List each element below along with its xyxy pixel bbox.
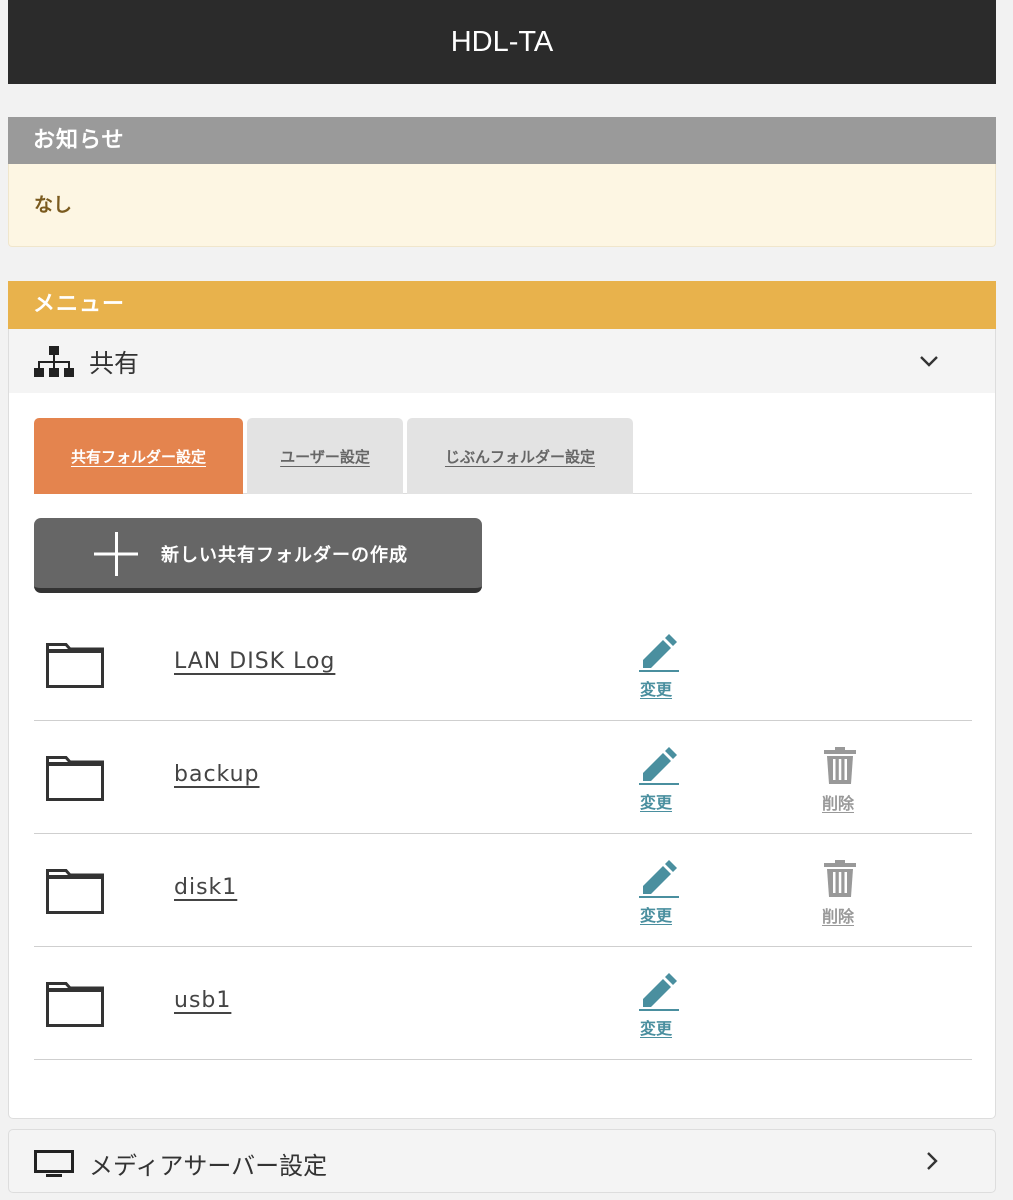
edit-button[interactable]: 変更 [637, 860, 681, 925]
share-section-title: 共有 [89, 349, 140, 378]
pencil-icon [639, 973, 679, 1011]
tab-personal-folder-settings[interactable]: じぶんフォルダー設定 [407, 418, 633, 494]
folder-row: LAN DISK Log 変更 [34, 608, 972, 721]
edit-label: 変更 [640, 793, 673, 812]
folder-name-link[interactable]: disk1 [174, 875, 237, 900]
delete-label: 削除 [822, 907, 855, 926]
folder-name-link[interactable]: backup [174, 762, 260, 787]
pencil-icon [639, 634, 679, 672]
create-shared-folder-button[interactable]: 新しい共有フォルダーの作成 [34, 518, 482, 593]
delete-label: 削除 [822, 794, 855, 813]
edit-button[interactable]: 変更 [637, 634, 681, 699]
folder-row: disk1 変更 削除 [34, 834, 972, 947]
folder-name-link[interactable]: usb1 [174, 988, 231, 1013]
app-title: HDL-TA [450, 25, 554, 58]
chevron-right-icon [927, 1152, 938, 1170]
plus-icon [94, 532, 138, 576]
menu-heading: メニュー [8, 281, 996, 329]
create-shared-folder-label: 新しい共有フォルダーの作成 [161, 545, 408, 566]
delete-button[interactable]: 削除 [820, 747, 864, 813]
network-icon [34, 346, 74, 377]
folder-icon [46, 756, 104, 801]
app-header: HDL-TA [8, 0, 996, 84]
pencil-icon [639, 860, 679, 898]
edit-label: 変更 [640, 906, 673, 925]
folder-list: LAN DISK Log 変更 backup 変更 削除 disk1 変更 削除… [34, 608, 972, 1060]
media-server-settings-toggle[interactable]: メディアサーバー設定 [8, 1129, 996, 1193]
edit-button[interactable]: 変更 [637, 973, 681, 1038]
share-section-toggle[interactable]: 共有 [9, 329, 995, 393]
folder-row: backup 変更 削除 [34, 721, 972, 834]
tab-user-settings[interactable]: ユーザー設定 [247, 418, 403, 494]
monitor-icon [34, 1150, 74, 1177]
edit-label: 変更 [640, 680, 673, 699]
pencil-icon [639, 747, 679, 785]
folder-name-link[interactable]: LAN DISK Log [174, 649, 335, 674]
folder-row: usb1 変更 [34, 947, 972, 1060]
edit-label: 変更 [640, 1019, 673, 1038]
folder-icon [46, 643, 104, 688]
folder-icon [46, 869, 104, 914]
share-tabs: 共有フォルダー設定 ユーザー設定 じぶんフォルダー設定 [34, 418, 972, 494]
notice-heading: お知らせ [8, 117, 996, 164]
edit-button[interactable]: 変更 [637, 747, 681, 812]
folder-icon [46, 982, 104, 1027]
share-panel: 共有 共有フォルダー設定 ユーザー設定 じぶんフォルダー設定 新しい共有フォルダ… [8, 329, 996, 1119]
trash-icon [824, 747, 856, 784]
notice-body: なし [8, 164, 996, 247]
media-server-settings-title: メディアサーバー設定 [89, 1152, 328, 1180]
tab-shared-folder-settings[interactable]: 共有フォルダー設定 [34, 418, 243, 494]
trash-icon [824, 860, 856, 897]
chevron-down-icon [920, 356, 938, 367]
delete-button[interactable]: 削除 [820, 860, 864, 926]
